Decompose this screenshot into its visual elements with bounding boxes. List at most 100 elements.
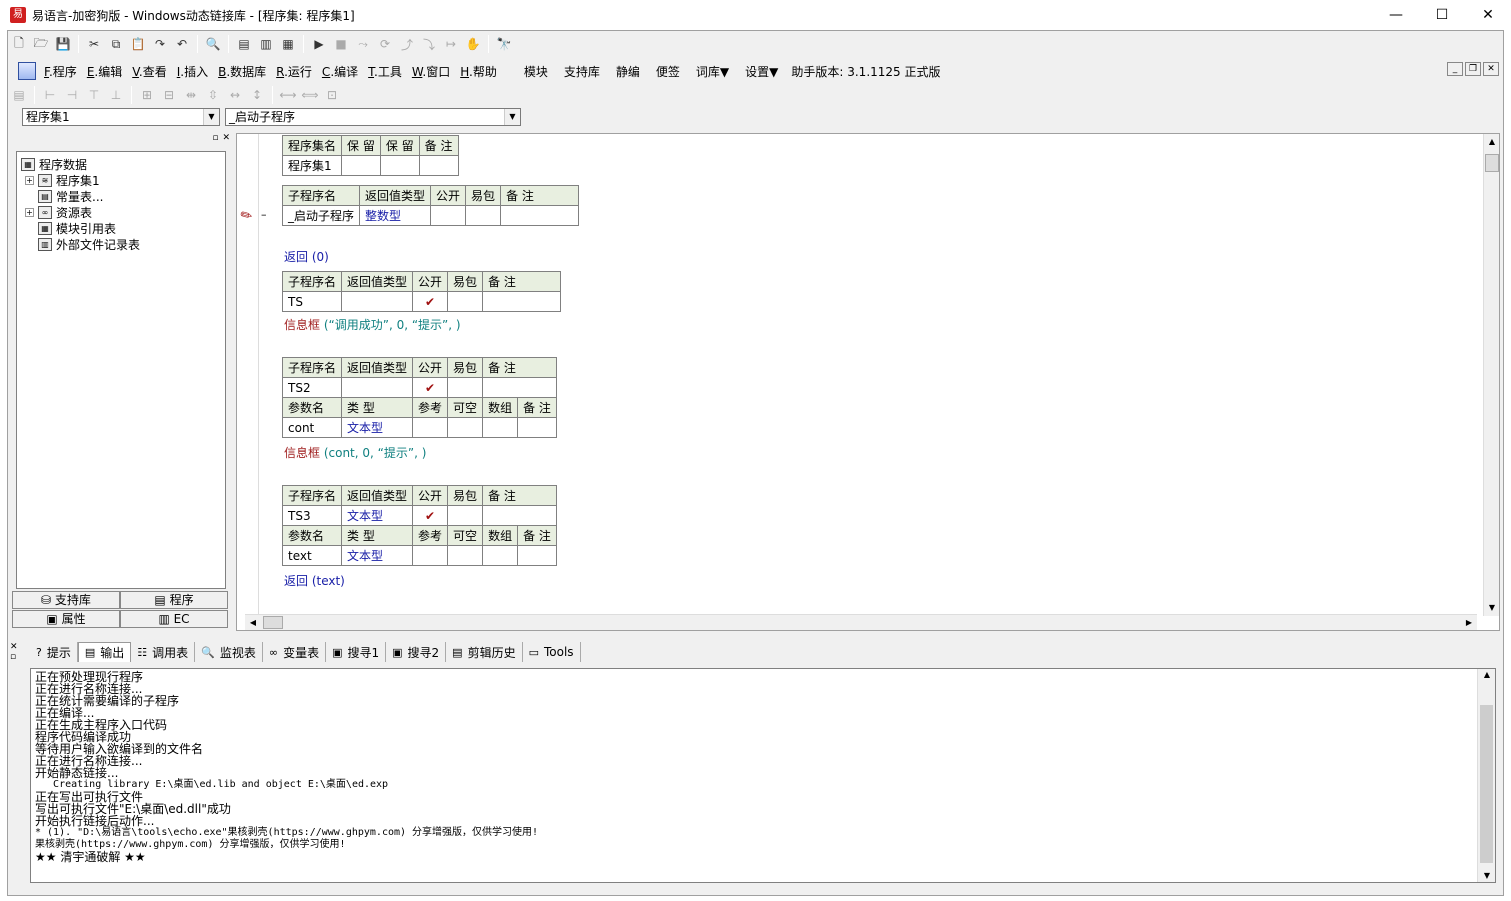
- new-file-icon[interactable]: 🗋: [8, 33, 30, 55]
- menu-extra-item[interactable]: 模块: [516, 63, 556, 80]
- minimize-button[interactable]: —: [1373, 0, 1419, 30]
- table-cell[interactable]: [482, 545, 519, 566]
- table-cell[interactable]: [517, 417, 557, 438]
- menu-item-i[interactable]: I.插入: [172, 63, 213, 80]
- expand-icon[interactable]: +: [25, 207, 34, 217]
- tab-output-8[interactable]: ▭ Tools: [523, 642, 581, 662]
- open-folder-icon[interactable]: 🗁: [30, 33, 52, 55]
- cut-icon[interactable]: ✂: [83, 33, 105, 55]
- step-out-icon[interactable]: ⤴: [396, 33, 418, 55]
- align-icon[interactable]: ▤: [8, 84, 30, 106]
- code-editor[interactable]: ✎ – 程序集名 保 留 保 留 备 注 程序集1 子程序名 返回值类型 公开 …: [236, 133, 1500, 631]
- tab-output-3[interactable]: 🔍 监视表: [195, 642, 263, 662]
- scroll-left-icon[interactable]: ◀: [245, 615, 261, 631]
- table-cell[interactable]: [482, 377, 557, 398]
- menu-item-h[interactable]: H.帮助: [455, 63, 502, 80]
- stop-icon[interactable]: ■: [330, 33, 352, 55]
- code-line[interactable]: 信息框 (“调用成功”, 0, “提示”, ): [284, 316, 461, 333]
- tab-output-5[interactable]: ▣ 搜寻1: [326, 642, 387, 662]
- align-middle-icon[interactable]: ⊥: [105, 84, 127, 106]
- tree-item[interactable]: ▤ 常量表...: [21, 188, 225, 204]
- paste-icon[interactable]: 📋: [127, 33, 149, 55]
- table-cell[interactable]: [447, 377, 484, 398]
- param-type-cell[interactable]: 文本型: [341, 417, 414, 438]
- menu-item-v[interactable]: V.查看: [127, 63, 172, 80]
- binoculars-icon[interactable]: 🔭: [493, 33, 515, 55]
- collapse-icon[interactable]: –: [261, 208, 267, 221]
- public-check-icon[interactable]: ✔: [412, 291, 449, 312]
- param-name-cell[interactable]: text: [281, 545, 343, 566]
- scroll-down-icon[interactable]: ▼: [1484, 600, 1500, 616]
- same-width-icon[interactable]: ⟷: [277, 84, 299, 106]
- menu-extra-item[interactable]: 设置▼: [737, 63, 786, 80]
- tab-output-1[interactable]: ▤ 输出: [77, 642, 132, 662]
- code-line[interactable]: 信息框 (cont, 0, “提示”, ): [284, 444, 426, 461]
- tab-output-2[interactable]: ☷ 调用表: [131, 642, 196, 662]
- table-cell[interactable]: [341, 155, 381, 176]
- copy-icon[interactable]: ⧉: [105, 33, 127, 55]
- return-type-cell[interactable]: 文本型: [341, 505, 414, 526]
- code-line[interactable]: 返回 (0): [284, 248, 329, 265]
- align-center-icon[interactable]: ⊣: [61, 84, 83, 106]
- scroll-thumb[interactable]: [1480, 705, 1493, 863]
- align-top-icon[interactable]: ⊤: [83, 84, 105, 106]
- table-cell[interactable]: [482, 417, 519, 438]
- layout-2-icon[interactable]: ▥: [255, 33, 277, 55]
- table-cell[interactable]: [412, 545, 449, 566]
- maximize-button[interactable]: ☐: [1419, 0, 1465, 30]
- table-cell[interactable]: [447, 291, 484, 312]
- menu-item-c[interactable]: C.编译: [317, 63, 363, 80]
- table-cell[interactable]: [500, 205, 580, 226]
- tree-item[interactable]: + ∞ 资源表: [21, 204, 225, 220]
- scroll-right-icon[interactable]: ▶: [1461, 615, 1477, 631]
- tab-support-lib[interactable]: ⛁ 支持库: [12, 591, 120, 609]
- tab-program[interactable]: ▤ 程序: [120, 591, 228, 609]
- table-cell[interactable]: [447, 417, 484, 438]
- save-icon[interactable]: 💾: [52, 33, 74, 55]
- menu-item-e[interactable]: E.编辑: [82, 63, 127, 80]
- tree-item[interactable]: ▦ 模块引用表: [21, 220, 225, 236]
- tab-output-0[interactable]: ? 提示: [30, 642, 78, 662]
- center-v-icon[interactable]: ⊟: [158, 84, 180, 106]
- mdi-close-button[interactable]: ✕: [1483, 62, 1499, 76]
- space-v-icon[interactable]: ⇳: [202, 84, 224, 106]
- space-h-icon[interactable]: ⇹: [180, 84, 202, 106]
- redo-icon[interactable]: ↷: [149, 33, 171, 55]
- tab-output-4[interactable]: ∞ 变量表: [263, 642, 327, 662]
- table-cell[interactable]: [465, 205, 502, 226]
- menu-item-f[interactable]: F.程序: [39, 63, 82, 80]
- scroll-up-icon[interactable]: ▲: [1478, 669, 1496, 681]
- editor-horizontal-scrollbar[interactable]: ◀ ▶: [245, 614, 1477, 630]
- tab-ec[interactable]: ▥ EC: [120, 610, 228, 628]
- table-cell[interactable]: [517, 545, 557, 566]
- public-cell[interactable]: [430, 205, 467, 226]
- output-scrollbar[interactable]: ▲ ▼: [1477, 669, 1495, 882]
- public-check-icon[interactable]: ✔: [412, 377, 449, 398]
- run-icon[interactable]: ▶: [308, 33, 330, 55]
- editor-vertical-scrollbar[interactable]: ▲ ▼: [1483, 134, 1499, 616]
- table-cell[interactable]: [482, 291, 562, 312]
- close-button[interactable]: ✕: [1465, 0, 1511, 30]
- find-icon[interactable]: 🔍: [202, 33, 224, 55]
- scroll-thumb[interactable]: [1485, 154, 1499, 172]
- sub-name-cell[interactable]: TS: [281, 291, 343, 312]
- return-type-cell[interactable]: [341, 377, 414, 398]
- panel-pin-icon[interactable]: ▫: [212, 133, 218, 145]
- scroll-up-icon[interactable]: ▲: [1484, 134, 1500, 150]
- public-check-icon[interactable]: ✔: [412, 505, 449, 526]
- sub-name-cell[interactable]: TS3: [281, 505, 343, 526]
- tree-item[interactable]: ▥ 外部文件记录表: [21, 236, 225, 252]
- tree-root[interactable]: ▦ 程序数据: [21, 156, 225, 172]
- tab-output-7[interactable]: ▤ 剪辑历史: [446, 642, 523, 662]
- table-cell[interactable]: [447, 505, 484, 526]
- step-icon[interactable]: ⤳: [352, 33, 374, 55]
- table-cell[interactable]: 程序集1: [281, 155, 343, 176]
- mdi-minimize-button[interactable]: _: [1447, 62, 1463, 76]
- tab-properties[interactable]: ▣ 属性: [12, 610, 120, 628]
- align-left-icon[interactable]: ⊢: [39, 84, 61, 106]
- center-h-icon[interactable]: ⊞: [136, 84, 158, 106]
- assembly-select[interactable]: 程序集1 ▼: [22, 108, 220, 126]
- layout-3-icon[interactable]: ▦: [277, 33, 299, 55]
- menu-item-b[interactable]: B.数据库: [213, 63, 271, 80]
- step-over-icon[interactable]: ⤵: [418, 33, 440, 55]
